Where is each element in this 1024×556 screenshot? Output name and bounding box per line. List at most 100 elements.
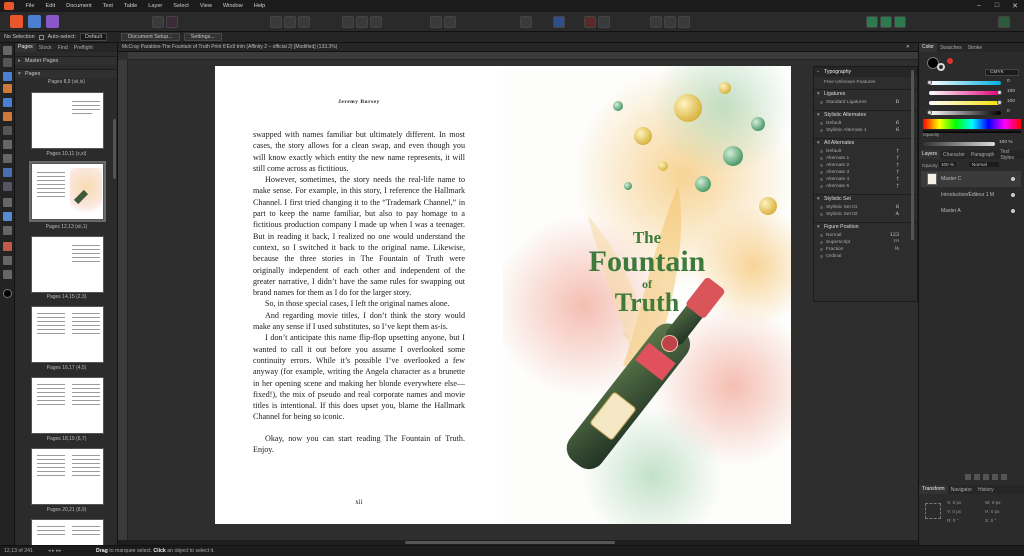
typography-option[interactable]: Normal 123 — [814, 232, 917, 239]
view-mode-button[interactable] — [270, 16, 282, 28]
auto-select-dropdown[interactable]: Default — [80, 33, 108, 41]
typography-option[interactable]: Standard Ligatures fi — [814, 99, 917, 106]
typography-option[interactable]: Stylistic Set 02 A — [814, 211, 917, 218]
place-image-tool-icon[interactable] — [3, 182, 12, 191]
add-mask-icon[interactable] — [974, 474, 980, 480]
magenta-slider[interactable] — [929, 91, 1001, 95]
section-title[interactable]: Stylistic Set — [814, 195, 917, 204]
node-tool-button[interactable] — [598, 16, 610, 28]
distribute-button[interactable] — [444, 16, 456, 28]
move-tool-icon[interactable] — [3, 46, 12, 55]
node-tool-icon[interactable] — [3, 58, 12, 67]
align-button[interactable] — [430, 16, 442, 28]
typography-option[interactable]: Stylistic Alternate 16 — [814, 127, 917, 134]
color-picker-tool-icon[interactable] — [3, 226, 12, 235]
typography-option[interactable]: Superscript ¹²³ — [814, 239, 917, 246]
tab-find[interactable]: Find — [55, 45, 71, 51]
layer-row[interactable]: Master C — [921, 171, 1021, 187]
arrange-back-button[interactable] — [664, 16, 676, 28]
black-slider[interactable] — [929, 111, 1001, 115]
menu-window[interactable]: Window — [217, 3, 248, 9]
canvas-horizontal-scrollbar[interactable] — [405, 541, 615, 544]
page-thumbnail[interactable] — [31, 236, 104, 293]
typography-option[interactable]: Stylistic Set 01 6 — [814, 204, 917, 211]
transform-s-field[interactable]: S: 0 ° — [985, 516, 1001, 525]
yellow-knob[interactable] — [997, 100, 1002, 105]
picture-frame-tool-icon[interactable] — [3, 168, 12, 177]
menu-file[interactable]: File — [20, 3, 40, 9]
pencil-tool-icon[interactable] — [3, 126, 12, 135]
adjustment-icon[interactable] — [983, 474, 989, 480]
add-layer-icon[interactable] — [965, 474, 971, 480]
fill-tool-icon[interactable] — [3, 198, 12, 207]
anchor-selector[interactable] — [925, 503, 941, 519]
crop-tool-icon[interactable] — [3, 242, 12, 251]
opacity-value[interactable]: 100 % — [999, 140, 1013, 145]
menu-text[interactable]: Text — [97, 3, 118, 9]
page-thumbnail[interactable] — [31, 377, 104, 434]
page-thumbnail[interactable] — [31, 519, 104, 545]
arrange-forward-button[interactable] — [678, 16, 690, 28]
yellow-value[interactable]: 100 — [1007, 99, 1015, 104]
typography-option[interactable]: Default † — [814, 148, 917, 155]
fill-color-swatch[interactable] — [3, 289, 12, 298]
pages-section[interactable]: Pages — [15, 69, 117, 79]
table-tool-icon[interactable] — [3, 84, 12, 93]
tab-character[interactable]: Character — [940, 152, 968, 158]
tab-pages[interactable]: Pages — [15, 43, 36, 52]
black-knob[interactable] — [927, 110, 932, 115]
typography-option[interactable]: Alternate 3 † — [814, 169, 917, 176]
body-text-frame[interactable]: swapped with names familiar but ultimate… — [253, 129, 465, 455]
typography-option[interactable]: Alternate 4 † — [814, 176, 917, 183]
typography-option[interactable]: Alternate 5 † — [814, 183, 917, 190]
blend-mode-dropdown[interactable]: Normal — [969, 162, 999, 167]
opacity-slider[interactable] — [923, 142, 995, 146]
stroke-color-well[interactable] — [937, 63, 945, 71]
frame-text-tool-icon[interactable] — [3, 72, 12, 81]
tab-swatches[interactable]: Swatches — [937, 45, 965, 51]
transform-h-field[interactable]: H: 0 px — [985, 507, 1001, 516]
pages-scrollbar[interactable] — [113, 119, 116, 179]
menu-edit[interactable]: Edit — [40, 3, 61, 9]
zoom-tool-icon[interactable] — [3, 270, 12, 279]
page-indicator[interactable]: 12,13 of 241 — [4, 546, 33, 556]
tab-stock[interactable]: Stock — [36, 45, 55, 51]
account-icon[interactable] — [998, 16, 1010, 28]
master-pages-section[interactable]: Master Pages — [15, 56, 117, 66]
designer-persona-icon[interactable] — [28, 15, 41, 28]
preview-mode-button[interactable] — [520, 16, 532, 28]
section-title[interactable]: Figure Position — [814, 223, 917, 232]
vertical-ruler[interactable] — [118, 60, 128, 540]
rectangle-tool-icon[interactable] — [3, 140, 12, 149]
pen-tool-button[interactable] — [584, 16, 596, 28]
typography-scrollbar[interactable] — [911, 70, 914, 240]
boolean-intersect-button[interactable] — [894, 16, 906, 28]
layer-row[interactable]: Master A — [921, 203, 1021, 219]
menu-select[interactable]: Select — [168, 3, 195, 9]
tab-transform[interactable]: Transform — [919, 485, 948, 494]
page-button[interactable] — [298, 16, 310, 28]
tab-navigator[interactable]: Navigator — [948, 487, 975, 493]
arrange-button[interactable] — [650, 16, 662, 28]
preflight-button[interactable] — [152, 16, 164, 28]
delete-layer-icon[interactable] — [1001, 474, 1007, 480]
section-title[interactable]: Stylistic Alternates — [814, 111, 917, 120]
transform-r-field[interactable]: R: 0 ° — [947, 516, 961, 525]
layer-visibility-icon[interactable] — [1011, 193, 1015, 197]
black-value[interactable]: 0 — [1007, 109, 1010, 114]
ellipse-tool-icon[interactable] — [3, 154, 12, 163]
auto-select-checkbox[interactable] — [38, 34, 44, 40]
tab-paragraph[interactable]: Paragraph — [968, 152, 997, 158]
picture-frame-button[interactable] — [356, 16, 368, 28]
right-page-cover[interactable]: The Fountain of Truth HO — [503, 66, 791, 524]
typography-panel-title[interactable]: Typography — [814, 67, 917, 77]
settings-button[interactable]: Settings... — [183, 33, 222, 41]
menu-help[interactable]: Help — [248, 3, 271, 9]
menu-view[interactable]: View — [194, 3, 217, 9]
assistant-button[interactable] — [166, 16, 178, 28]
layer-opacity-field[interactable]: 100 % — [939, 162, 957, 167]
transform-x-field[interactable]: X: 0 px — [947, 498, 961, 507]
boolean-add-button[interactable] — [866, 16, 878, 28]
typography-option[interactable]: Alternate 1 † — [814, 155, 917, 162]
minimize-icon[interactable]: – — [970, 2, 988, 10]
